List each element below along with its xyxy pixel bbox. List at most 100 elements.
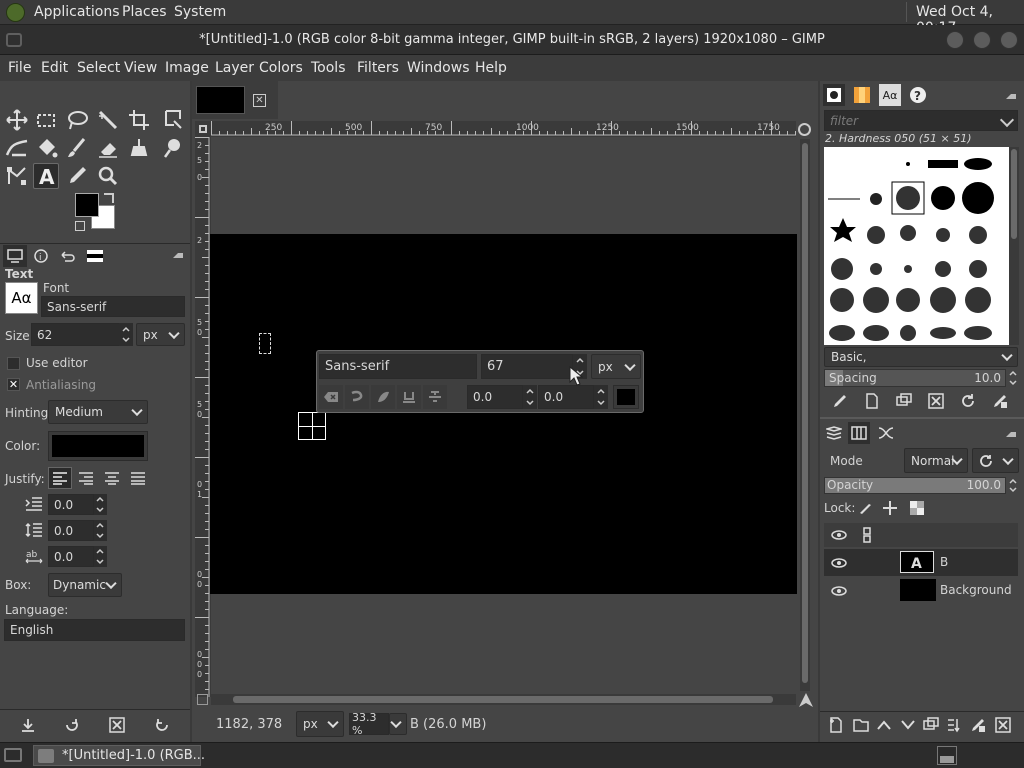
workspace-switcher[interactable] [937, 746, 957, 765]
lasso-tool-icon[interactable] [64, 107, 90, 133]
smudge-tool-icon[interactable] [160, 135, 186, 161]
spacing-slider[interactable]: Spacing 10.0 [824, 369, 1006, 387]
bold-icon[interactable] [345, 385, 369, 409]
indent-spinner[interactable] [94, 494, 107, 515]
image-canvas[interactable] [210, 234, 797, 594]
delete-brush-icon[interactable] [925, 391, 947, 411]
justify-fill-icon[interactable] [126, 467, 150, 489]
layer-row[interactable]: A B [824, 549, 1018, 576]
brushes-tab[interactable] [823, 84, 845, 106]
patterns-tab[interactable] [851, 84, 873, 106]
close-window-button[interactable] [1000, 31, 1018, 49]
brush-grid[interactable] [824, 147, 1009, 345]
places-menu[interactable]: Places [122, 4, 167, 20]
antialiasing-checkbox[interactable]: ✕ [7, 378, 20, 391]
images-tab[interactable] [83, 245, 107, 267]
zoom-tool-icon[interactable] [95, 163, 121, 189]
line-spacing-spinner[interactable] [94, 520, 107, 541]
letter-spacing-spinner[interactable] [94, 546, 107, 567]
restore-options-icon[interactable] [61, 714, 83, 736]
hinting-dropdown[interactable]: Medium [48, 400, 148, 424]
layer-visibility-eye-icon[interactable] [828, 554, 850, 572]
spacing-spinner[interactable] [1007, 369, 1019, 387]
delete-layer-icon[interactable] [993, 715, 1013, 735]
layer-visibility-eye-icon[interactable] [828, 582, 850, 600]
lower-layer-icon[interactable] [898, 715, 918, 735]
menu-layer[interactable]: Layer [215, 60, 254, 76]
menu-filters[interactable]: Filters [357, 60, 399, 76]
text-editor-color-button[interactable] [613, 385, 639, 409]
layer-row[interactable]: Background [824, 577, 1018, 604]
layers-tab[interactable] [823, 422, 845, 444]
paths-tool-icon[interactable] [4, 163, 30, 189]
swap-colors-icon[interactable] [104, 193, 114, 203]
new-layer-group-icon[interactable] [851, 715, 871, 735]
brush-preset-dropdown[interactable]: Basic, [824, 347, 1018, 367]
duplicate-layer-icon[interactable] [921, 715, 941, 735]
menu-windows[interactable]: Windows [407, 60, 470, 76]
size-spinner[interactable] [119, 323, 133, 346]
visibility-header-icon[interactable] [828, 526, 850, 544]
menu-image[interactable]: Image [165, 60, 209, 76]
show-desktop-icon[interactable] [4, 748, 22, 762]
zoom-field[interactable]: 33.3 % [349, 711, 389, 737]
link-header-icon[interactable] [857, 526, 877, 544]
text-tool-icon[interactable]: A [33, 163, 59, 189]
strikethrough-icon[interactable] [423, 385, 447, 409]
lock-pixels-icon[interactable] [856, 499, 874, 517]
lock-position-icon[interactable] [881, 499, 899, 517]
indent-field[interactable]: 0.0 [48, 494, 94, 515]
edit-brush-icon[interactable] [829, 391, 851, 411]
save-options-icon[interactable] [17, 714, 39, 736]
crop-tool-icon[interactable] [126, 107, 152, 133]
help-tab[interactable]: ? [907, 84, 929, 106]
lock-alpha-icon[interactable] [908, 499, 926, 517]
menu-file[interactable]: File [8, 60, 31, 76]
text-editor-unit-dropdown[interactable]: px [591, 354, 641, 379]
justify-right-icon[interactable] [74, 467, 98, 489]
layer-mode-dropdown[interactable]: Normal [904, 448, 968, 473]
paintbrush-tool-icon[interactable] [64, 135, 90, 161]
justify-center-icon[interactable] [100, 467, 124, 489]
text-box-handle[interactable] [298, 412, 326, 440]
tool-options-tab[interactable] [3, 245, 27, 267]
baseline-offset-field[interactable]: 0.0 [467, 385, 523, 409]
image-tab[interactable]: ✕ [192, 81, 278, 119]
box-mode-dropdown[interactable]: Dynamic [48, 573, 122, 597]
quick-mask-corner[interactable] [195, 121, 211, 137]
menu-tools[interactable]: Tools [311, 60, 346, 76]
menu-select[interactable]: Select [77, 60, 120, 76]
applications-menu[interactable]: Applications [34, 4, 120, 20]
warp-tool-icon[interactable] [4, 135, 30, 161]
text-layer-boundary[interactable] [259, 333, 271, 354]
left-dock-separator[interactable] [190, 81, 192, 742]
brushes-configure-icon[interactable] [1006, 89, 1016, 99]
reset-options-icon[interactable] [151, 714, 173, 736]
opacity-slider[interactable]: Opacity 100.0 [824, 477, 1006, 494]
clone-tool-icon[interactable] [126, 135, 152, 161]
size-field[interactable]: 62 [31, 323, 120, 346]
fuzzy-select-tool-icon[interactable] [95, 107, 121, 133]
transform-tool-icon[interactable] [160, 107, 186, 133]
zoom-fit-icon[interactable] [798, 123, 811, 136]
vertical-scrollbar[interactable] [800, 139, 810, 691]
composite-mode-dropdown[interactable] [972, 448, 1019, 473]
refresh-brushes-icon[interactable] [957, 391, 979, 411]
system-menu[interactable]: System [174, 4, 226, 20]
delete-options-icon[interactable] [106, 714, 128, 736]
menu-edit[interactable]: Edit [41, 60, 68, 76]
language-field[interactable]: English [4, 619, 185, 641]
justify-left-icon[interactable] [48, 467, 72, 489]
menu-colors[interactable]: Colors [259, 60, 303, 76]
layer-name[interactable]: B [940, 555, 948, 569]
foreground-color-swatch[interactable] [75, 193, 99, 217]
channels-tab[interactable] [848, 422, 870, 444]
kerning-field[interactable]: 0.0 [538, 385, 594, 409]
navigation-arrow-icon[interactable] [798, 692, 814, 708]
new-brush-icon[interactable] [861, 391, 883, 411]
underline-icon[interactable] [397, 385, 421, 409]
move-tool-icon[interactable] [4, 107, 30, 133]
dock-configure-icon[interactable] [173, 248, 183, 258]
use-editor-checkbox[interactable] [7, 357, 20, 370]
device-status-tab[interactable]: i [29, 245, 53, 267]
